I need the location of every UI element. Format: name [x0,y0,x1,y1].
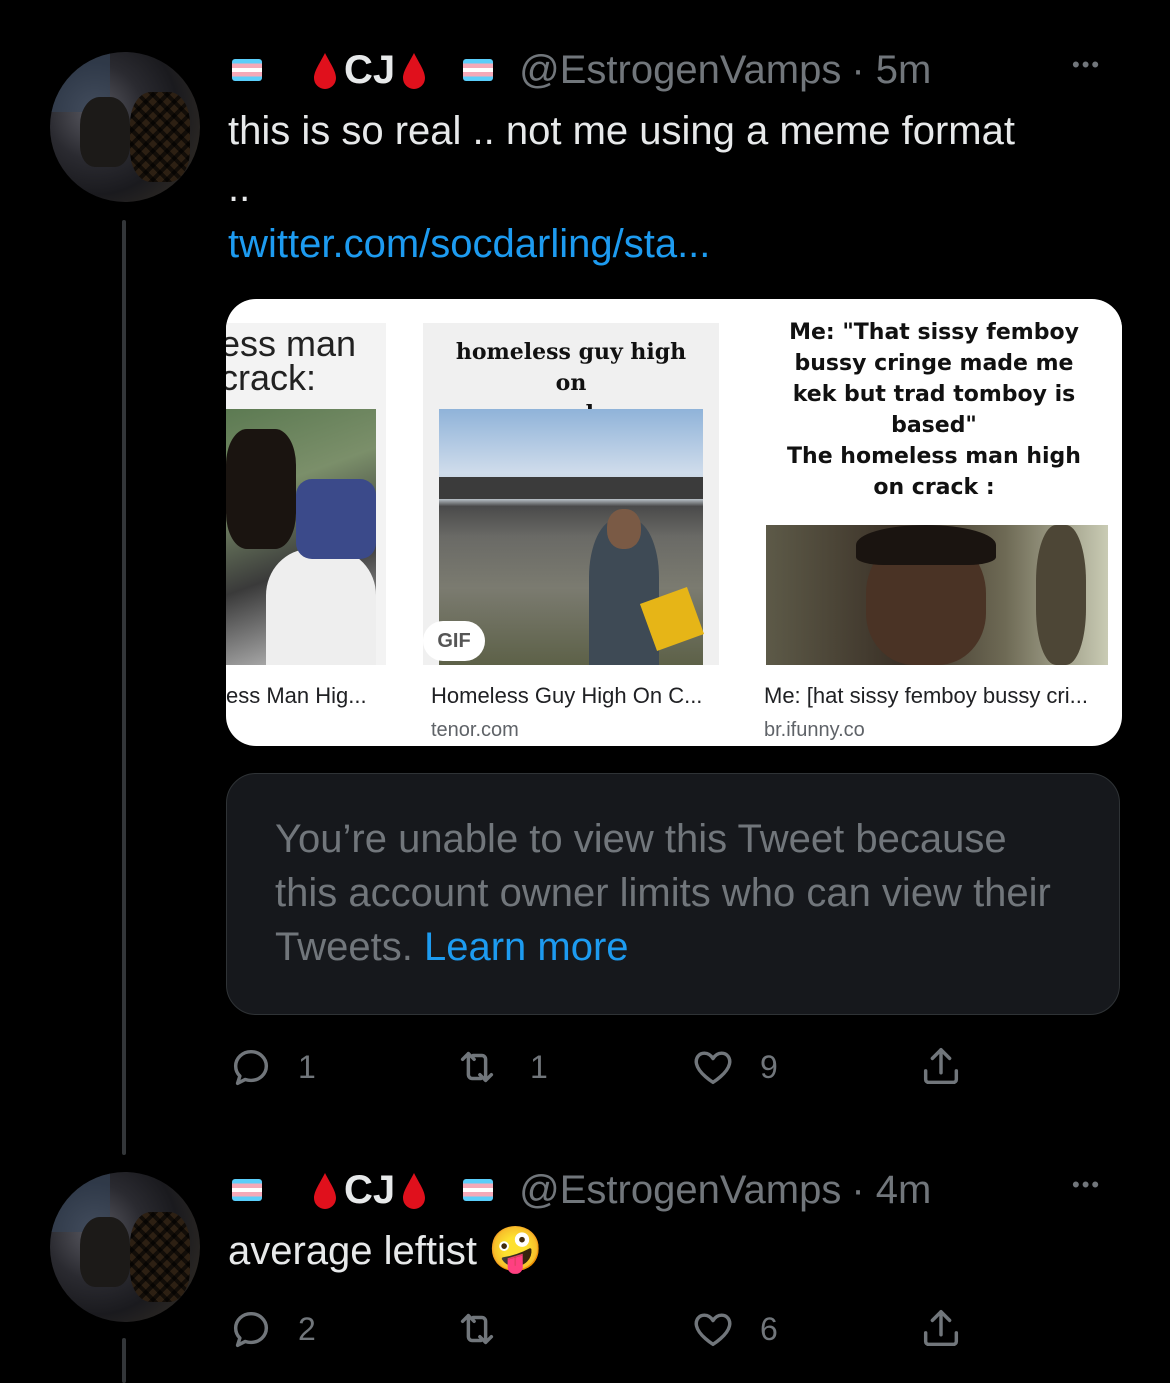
display-name[interactable]: CJ [344,48,395,93]
reply-button[interactable]: 2 [228,1306,316,1352]
blood-drop-icon [403,1173,426,1209]
retweet-count: 1 [530,1048,548,1085]
reply-icon [233,1311,269,1348]
image-result-title[interactable]: Homeless Guy High On C... [431,683,702,709]
like-count: 9 [760,1048,778,1085]
unavailable-quoted-tweet[interactable]: You’re unable to view this Tweet because… [226,773,1120,1015]
unavailable-message: You’re unable to view this Tweet because… [275,817,1051,969]
tweet-header: CJ @EstrogenVamps · 5m [232,46,931,94]
thread-line [122,220,126,1155]
retweet-icon [460,1313,494,1345]
thread-line [122,1338,126,1383]
more-options-icon[interactable]: ••• [1072,1172,1101,1198]
meme-caption: ess man crack: [226,323,357,398]
transgender-flag-icon [463,1179,494,1201]
display-name[interactable]: CJ [344,1168,395,1213]
share-button[interactable] [918,1306,964,1352]
transgender-flag-icon [463,59,494,81]
timestamp[interactable]: · 4m [851,1168,931,1213]
retweet-button[interactable] [454,1306,500,1352]
tweet-text: this is so real .. not me using a meme f… [228,109,1015,153]
tweet-header: CJ @EstrogenVamps · 4m [232,1166,931,1214]
handle[interactable]: @EstrogenVamps [519,48,841,93]
meme-caption: Me: "That sissy femboy bussy cringe made… [787,320,1081,500]
tweet-text-continued: .. [228,166,251,210]
share-icon [923,1048,959,1085]
gif-badge: GIF [423,621,485,661]
embedded-screenshot-card[interactable]: ess man crack: ess Man Hig... homeless g… [226,299,1122,746]
heart-icon [694,1313,732,1347]
image-result[interactable]: Me: "That sissy femboy bussy cringe made… [756,309,1122,665]
more-options-icon[interactable]: ••• [1072,52,1101,78]
learn-more-link[interactable]: Learn more [424,925,629,969]
share-icon [923,1310,959,1347]
like-button[interactable]: 9 [690,1044,778,1090]
heart-icon [694,1051,732,1085]
tweet-text: average leftist 🤪 [228,1222,543,1279]
transgender-flag-icon [232,59,262,81]
reply-button[interactable]: 1 [228,1044,316,1090]
reply-icon [233,1049,269,1086]
image-result[interactable]: homeless guy high on crack: GIF [423,323,719,665]
share-button[interactable] [918,1044,964,1090]
like-count: 6 [760,1310,778,1347]
image-result-title[interactable]: ess Man Hig... [226,683,367,709]
zany-face-emoji: 🤪 [488,1225,543,1274]
tweet-text-content: average leftist [228,1229,478,1273]
blood-drop-icon [403,53,426,89]
blood-drop-icon [314,53,336,89]
reply-count: 2 [298,1310,316,1347]
handle[interactable]: @EstrogenVamps [519,1168,841,1213]
retweet-button[interactable]: 1 [454,1044,548,1090]
timestamp[interactable]: · 5m [851,48,931,93]
avatar[interactable] [50,1172,200,1322]
image-result[interactable]: ess man crack: [226,323,386,665]
image-result-source[interactable]: tenor.com [431,719,519,742]
avatar[interactable] [50,52,200,202]
image-result-title[interactable]: Me: [hat sissy femboy bussy cri... [764,683,1088,709]
image-result-source[interactable]: br.ifunny.co [764,719,865,742]
blood-drop-icon [314,1173,336,1209]
reply-count: 1 [298,1048,316,1085]
tweet-link[interactable]: twitter.com/socdarling/sta... [228,222,710,267]
like-button[interactable]: 6 [690,1306,778,1352]
transgender-flag-icon [232,1179,262,1201]
retweet-icon [460,1051,494,1083]
